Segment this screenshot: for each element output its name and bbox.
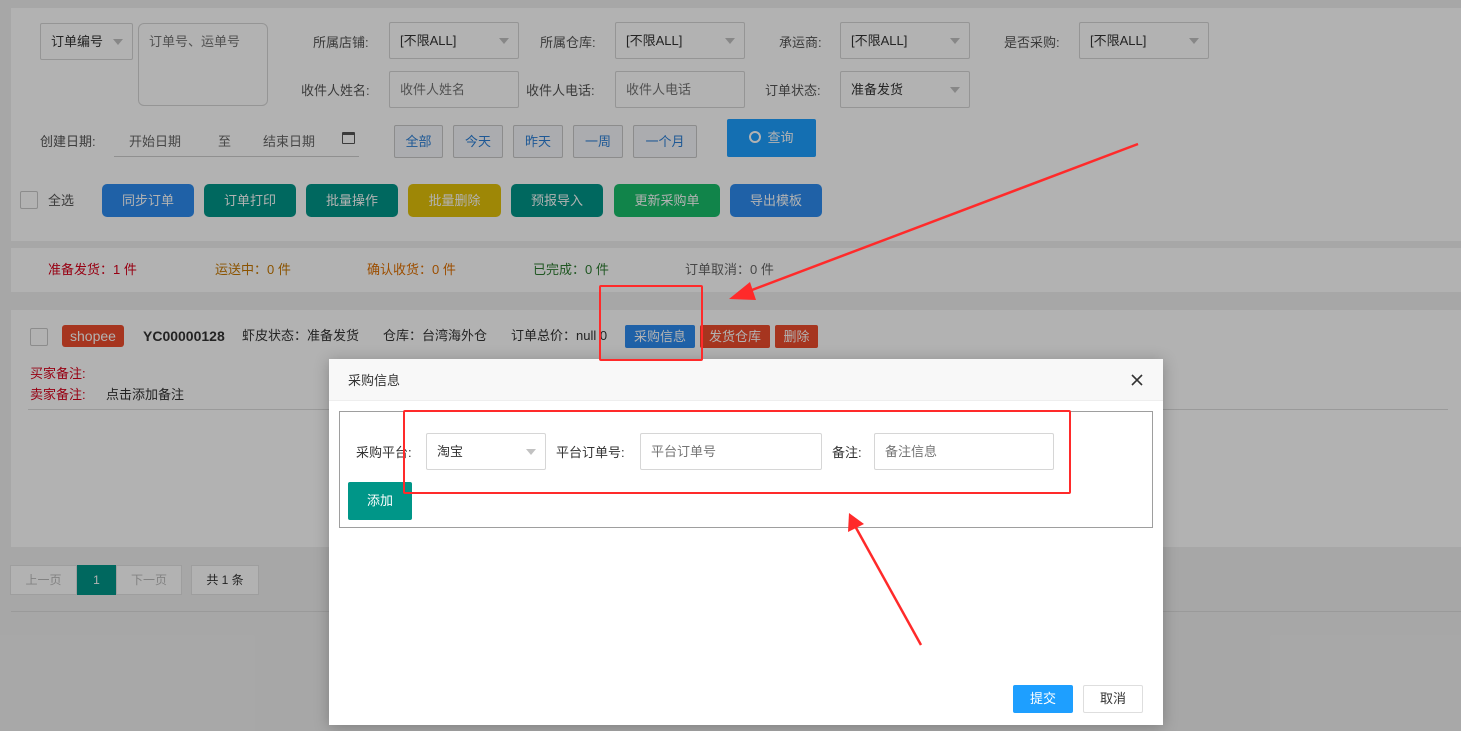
annotation-arrow-bottom [848, 513, 923, 646]
annotation-arrow-top [729, 142, 1139, 300]
annotation-arrows [729, 142, 1139, 646]
